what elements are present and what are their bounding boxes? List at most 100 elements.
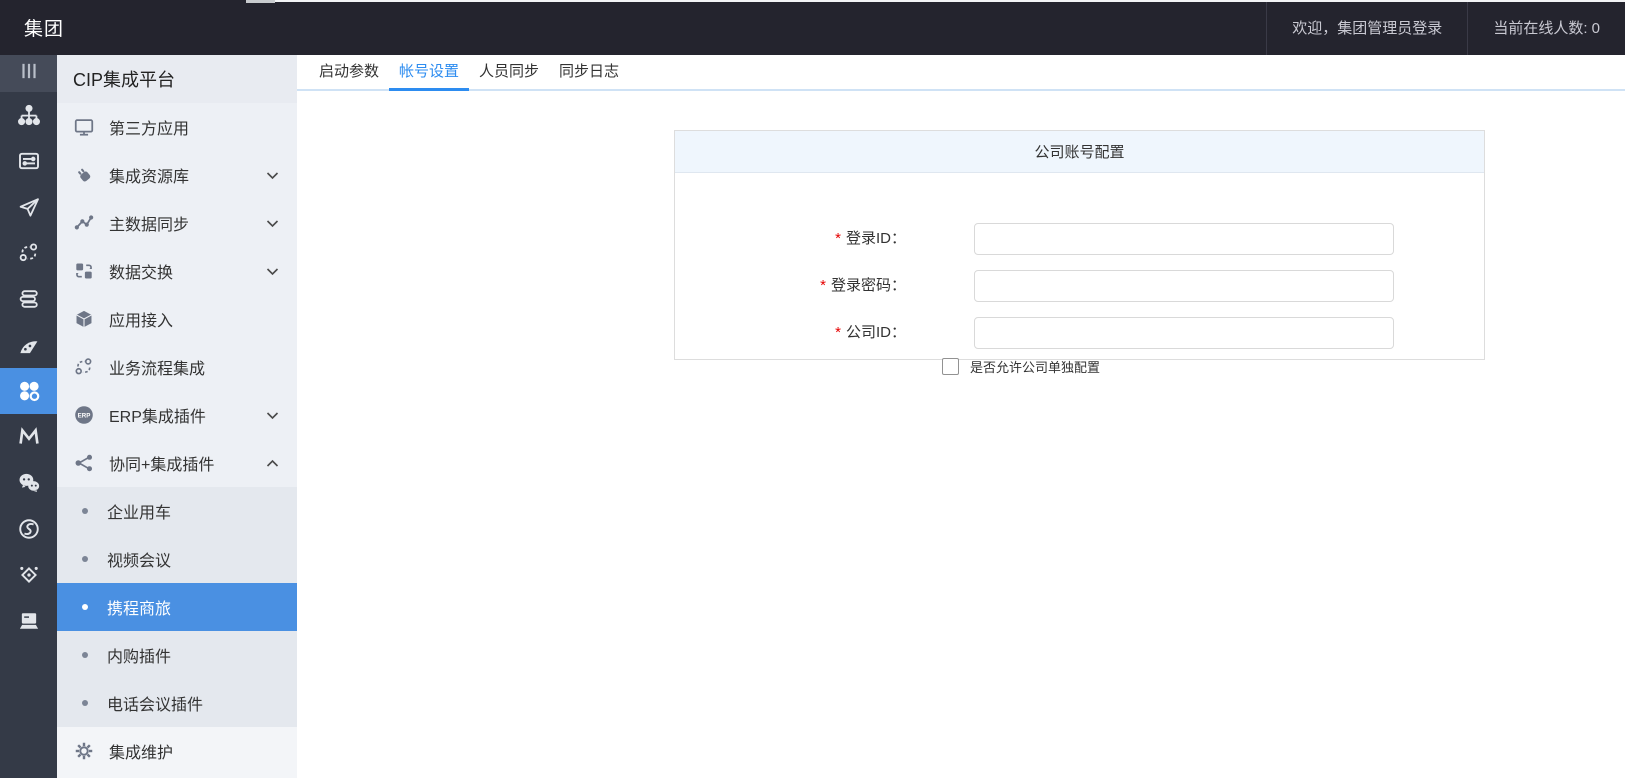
- welcome-text: 欢迎，集团管理员登录: [1266, 0, 1467, 55]
- chevron-down-icon: [266, 171, 279, 180]
- rail-item-layers[interactable]: [0, 276, 57, 322]
- company-id-input[interactable]: [974, 317, 1394, 349]
- sidebar-item-label: ERP集成插件: [109, 403, 206, 427]
- control-panel-icon: [17, 149, 41, 173]
- sidebar-item-label: 内购插件: [107, 643, 171, 667]
- topbar-right: 欢迎，集团管理员登录 当前在线人数: 0: [1266, 0, 1625, 55]
- sidebar-item-label: 企业用车: [107, 499, 171, 523]
- sidebar-item-collab-plugin[interactable]: 协同+集成插件: [57, 439, 297, 487]
- laptop-icon: [16, 608, 42, 634]
- plug-icon: [72, 163, 96, 187]
- exchange-icon: [72, 259, 96, 283]
- bullet-icon: [82, 556, 88, 562]
- monitor-icon: [72, 115, 96, 139]
- panel-title: 公司账号配置: [675, 131, 1484, 173]
- diamond-spark-icon: [17, 563, 41, 587]
- sidebar-item-erp-plugin[interactable]: ERP ERP集成插件: [57, 391, 297, 439]
- bullet-icon: [82, 652, 88, 658]
- sync-chart-icon: [72, 211, 96, 235]
- company-account-panel: 公司账号配置 *登录ID： *登录密码： *公司ID： 是否允许公司单独配置: [674, 130, 1485, 360]
- sidebar-item-label: 协同+集成插件: [109, 451, 214, 475]
- tab-bar: 启动参数 帐号设置 人员同步 同步日志: [297, 55, 1625, 91]
- rail-item-control-panel[interactable]: [0, 138, 57, 184]
- workflow-icon: [17, 241, 41, 265]
- sidebar-item-label: 主数据同步: [109, 211, 189, 235]
- browser-artifact-box: [246, 0, 275, 3]
- rail-item-workflow[interactable]: [0, 230, 57, 276]
- rail-item-s-app[interactable]: [0, 506, 57, 552]
- topbar: 集团 欢迎，集团管理员登录 当前在线人数: 0: [0, 0, 1625, 55]
- login-password-input[interactable]: [974, 270, 1394, 302]
- send-plane-icon: [17, 195, 41, 219]
- sidebar-subitem-phone-conference[interactable]: 电话会议插件: [57, 679, 297, 727]
- browser-artifact-line: [275, 0, 1625, 2]
- allow-company-config-label: 是否允许公司单独配置: [970, 357, 1100, 376]
- required-marker: *: [835, 230, 841, 247]
- panel-body: *登录ID： *登录密码： *公司ID： 是否允许公司单独配置: [675, 173, 1484, 360]
- chevron-down-icon: [266, 219, 279, 228]
- sidebar-subitem-ctrip-travel[interactable]: 携程商旅: [57, 583, 297, 631]
- tab-account-settings[interactable]: 帐号设置: [389, 55, 469, 89]
- rail-item-laptop[interactable]: [0, 598, 57, 644]
- rail-item-wechat[interactable]: [0, 460, 57, 506]
- org-chart-icon: [17, 103, 41, 127]
- clover-apps-icon: [16, 378, 42, 404]
- rail-item-apps-selected[interactable]: [0, 368, 57, 414]
- cube-icon: [72, 307, 96, 331]
- palette-icon: [17, 333, 41, 357]
- collapse-menu-button[interactable]: [0, 55, 57, 92]
- columns-menu-icon: [18, 60, 40, 87]
- wechat-icon: [16, 470, 42, 496]
- rail-item-diamond-app[interactable]: [0, 552, 57, 598]
- sidebar-item-label: 电话会议插件: [107, 691, 203, 715]
- required-marker: *: [835, 324, 841, 341]
- sidebar-item-integration-maintenance[interactable]: 集成维护: [57, 727, 297, 775]
- login-id-label: *登录ID：: [675, 223, 906, 255]
- svg-text:ERP: ERP: [78, 413, 91, 420]
- sidebar-item-label: 第三方应用: [109, 115, 189, 139]
- login-id-input[interactable]: [974, 223, 1394, 255]
- sidebar-subitem-video-conference[interactable]: 视频会议: [57, 535, 297, 583]
- allow-company-config-checkbox[interactable]: [942, 358, 959, 375]
- sidebar-item-process-integration[interactable]: 业务流程集成: [57, 343, 297, 391]
- brand-title: 集团: [0, 14, 64, 41]
- tab-startup-params[interactable]: 启动参数: [309, 55, 389, 89]
- gear-icon: [72, 739, 96, 763]
- sidebar-item-label: 集成资源库: [109, 163, 189, 187]
- tab-sync-log[interactable]: 同步日志: [549, 55, 629, 89]
- sidebar-item-app-access[interactable]: 应用接入: [57, 295, 297, 343]
- rail-item-org[interactable]: [0, 92, 57, 138]
- erp-badge-icon: ERP: [72, 403, 96, 427]
- bullet-icon: [82, 508, 88, 514]
- company-id-label: *公司ID：: [675, 317, 906, 349]
- sidebar-item-label: 视频会议: [107, 547, 171, 571]
- online-count: 当前在线人数: 0: [1467, 0, 1625, 55]
- sidebar-title: CIP集成平台: [57, 55, 297, 103]
- sidebar-item-resource-library[interactable]: 集成资源库: [57, 151, 297, 199]
- share-nodes-icon: [72, 451, 96, 475]
- bullet-icon: [82, 604, 88, 610]
- sidebar-item-third-party-apps[interactable]: 第三方应用: [57, 103, 297, 151]
- s-swirl-icon: [17, 517, 41, 541]
- sidebar-item-label: 应用接入: [109, 307, 173, 331]
- m-letter-icon: [17, 425, 41, 449]
- rail-item-m-app[interactable]: [0, 414, 57, 460]
- sidebar-item-master-data-sync[interactable]: 主数据同步: [57, 199, 297, 247]
- sidebar-item-data-exchange[interactable]: 数据交换: [57, 247, 297, 295]
- sidebar-item-label: 业务流程集成: [109, 355, 205, 379]
- sidebar: CIP集成平台 第三方应用 集成资源库 主数据同步 数据交换: [57, 55, 297, 778]
- sidebar-item-label: 数据交换: [109, 259, 173, 283]
- sidebar-item-label: 集成维护: [109, 739, 173, 763]
- main-content: 启动参数 帐号设置 人员同步 同步日志 公司账号配置 *登录ID： *登录密码：…: [297, 55, 1625, 778]
- bullet-icon: [82, 700, 88, 706]
- rail-item-palette[interactable]: [0, 322, 57, 368]
- sidebar-subitem-internal-purchase[interactable]: 内购插件: [57, 631, 297, 679]
- rail-item-send[interactable]: [0, 184, 57, 230]
- chevron-up-icon: [266, 459, 279, 468]
- chevron-down-icon: [266, 267, 279, 276]
- allow-company-config-row: 是否允许公司单独配置: [942, 357, 1100, 376]
- layers-stack-icon: [17, 287, 41, 311]
- sidebar-subitem-enterprise-car[interactable]: 企业用车: [57, 487, 297, 535]
- tab-personnel-sync[interactable]: 人员同步: [469, 55, 549, 89]
- chevron-down-icon: [266, 411, 279, 420]
